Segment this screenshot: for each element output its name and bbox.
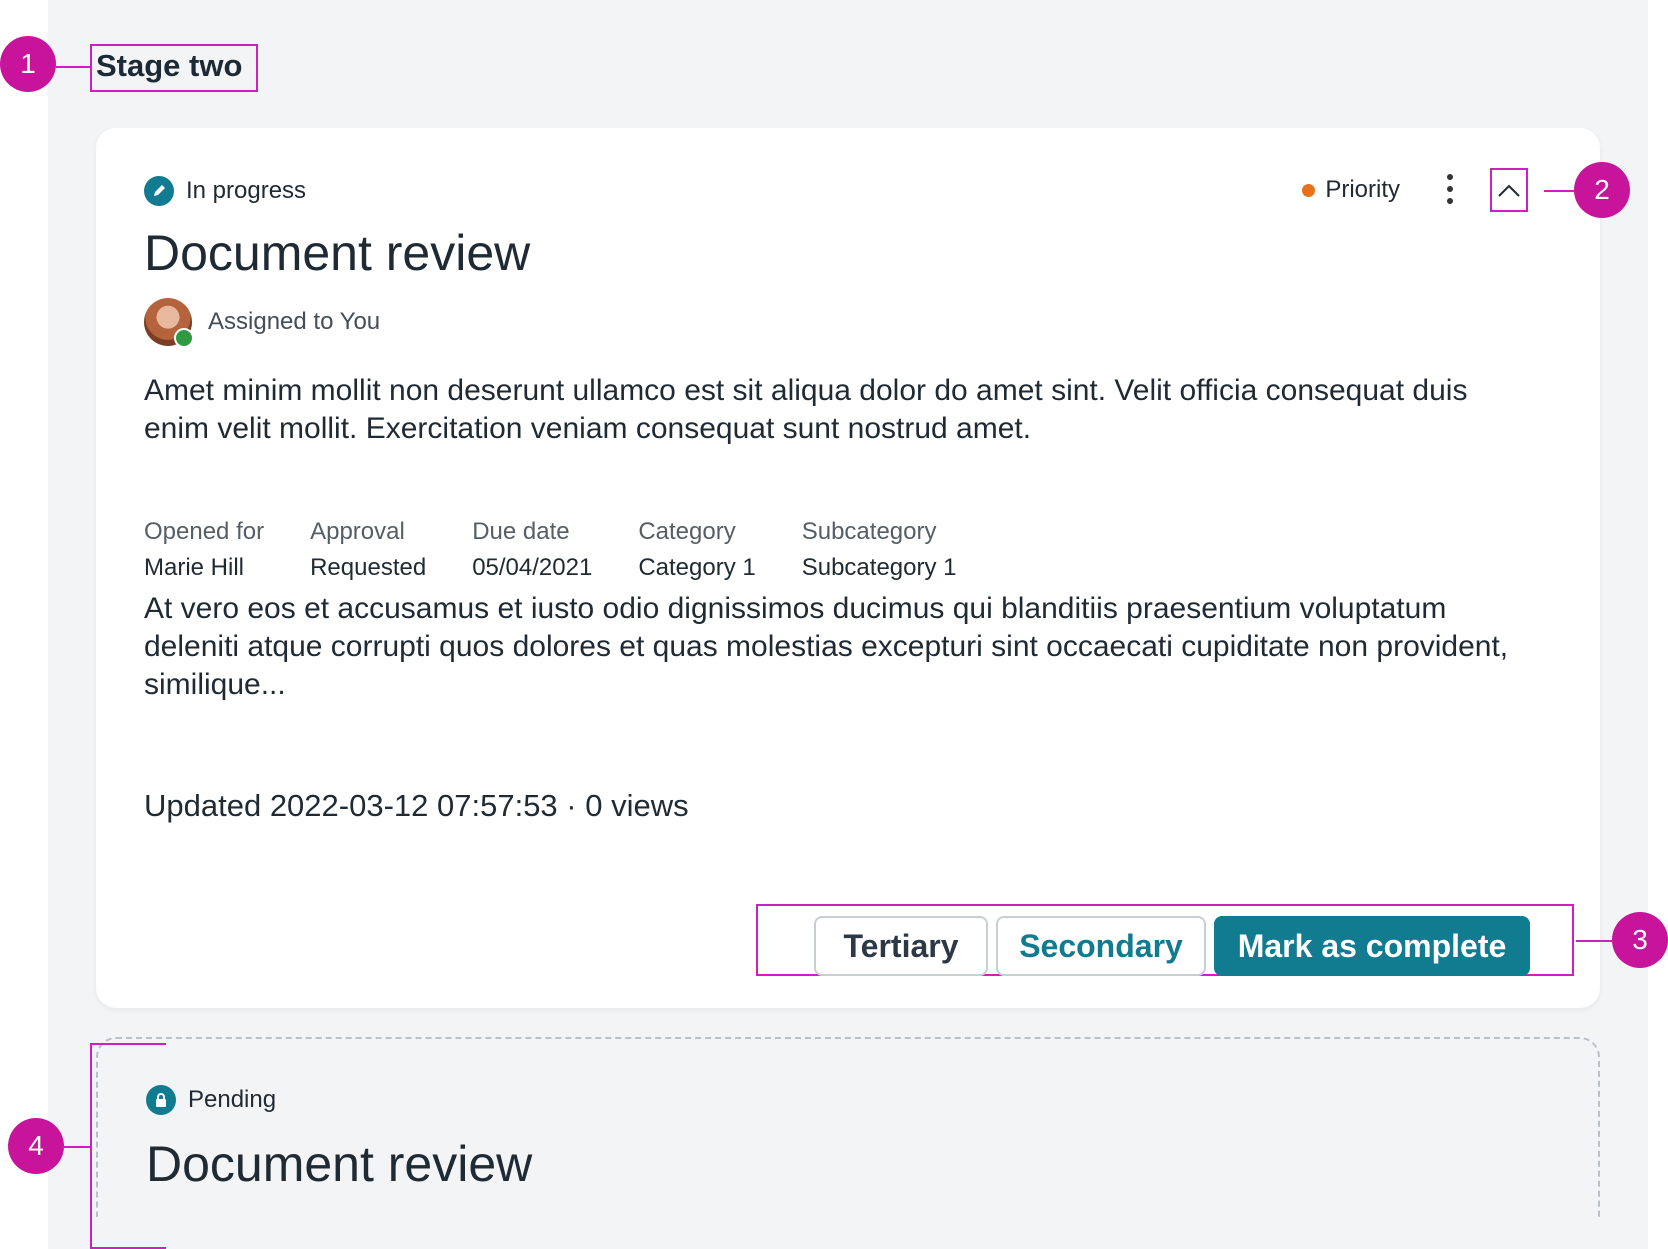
collapse-button[interactable] bbox=[1490, 168, 1528, 212]
assignee-label: Assigned to You bbox=[208, 308, 381, 335]
priority-indicator: Priority bbox=[1302, 176, 1400, 204]
details-text: At vero eos et accusamus et iusto odio d… bbox=[144, 592, 1509, 701]
meta-category: Category Category 1 bbox=[638, 518, 755, 582]
annotation-line-2 bbox=[1544, 190, 1574, 192]
meta-fields: Opened for Marie Hill Approval Requested… bbox=[144, 518, 957, 582]
annotation-marker-4: 4 bbox=[8, 1118, 64, 1174]
action-buttons: Tertiary Secondary Mark as complete bbox=[756, 904, 1574, 976]
annotation-box-4 bbox=[90, 1043, 166, 1249]
tertiary-button[interactable]: Tertiary bbox=[814, 916, 988, 976]
meta-label: Subcategory bbox=[801, 518, 937, 545]
chevron-up-icon bbox=[1498, 184, 1520, 197]
annotation-line-3 bbox=[1576, 940, 1612, 942]
task-card: In progress Priority Document review Ass… bbox=[96, 128, 1600, 1008]
updated-info: Updated 2022-03-12 07:57:53 · 0 views bbox=[144, 788, 689, 823]
status-row: In progress bbox=[144, 176, 306, 206]
meta-value: Category 1 bbox=[638, 554, 756, 581]
meta-due-date: Due date 05/04/2021 bbox=[472, 518, 592, 582]
annotation-line-4 bbox=[64, 1146, 90, 1148]
more-options-icon[interactable] bbox=[1440, 172, 1460, 206]
status-label: In progress bbox=[186, 177, 307, 204]
meta-value: Subcategory 1 bbox=[801, 554, 957, 581]
meta-label: Opened for bbox=[144, 518, 265, 545]
meta-value: Marie Hill bbox=[144, 554, 245, 581]
mark-complete-button[interactable]: Mark as complete bbox=[1214, 916, 1530, 976]
meta-label: Category bbox=[638, 518, 736, 545]
pending-card-title: Document review bbox=[146, 1136, 533, 1192]
priority-dot bbox=[1302, 183, 1316, 197]
annotation-line-1 bbox=[56, 66, 90, 68]
annotation-marker-2: 2 bbox=[1574, 162, 1630, 218]
meta-approval: Approval Requested bbox=[310, 518, 426, 582]
assignee-row: Assigned to You bbox=[144, 298, 381, 348]
meta-opened-for: Opened for Marie Hill bbox=[144, 518, 264, 582]
meta-label: Approval bbox=[310, 518, 405, 545]
description-text: Amet minim mollit non deserunt ullamco e… bbox=[144, 374, 1468, 445]
online-status-icon bbox=[174, 328, 194, 348]
meta-label: Due date bbox=[472, 518, 570, 545]
meta-value: Requested bbox=[310, 554, 427, 581]
avatar[interactable] bbox=[144, 298, 194, 348]
annotation-marker-3: 3 bbox=[1612, 912, 1668, 968]
pending-status-label: Pending bbox=[188, 1086, 277, 1113]
secondary-button[interactable]: Secondary bbox=[996, 916, 1206, 976]
meta-value: 05/04/2021 bbox=[472, 554, 593, 581]
annotation-marker-1: 1 bbox=[0, 36, 56, 92]
priority-label: Priority bbox=[1325, 176, 1400, 203]
annotation-box-1 bbox=[90, 44, 258, 92]
card-title: Document review bbox=[144, 225, 531, 281]
edit-icon bbox=[144, 176, 174, 206]
pending-card: Pending Document review bbox=[96, 1037, 1600, 1217]
meta-subcategory: Subcategory Subcategory 1 bbox=[802, 518, 957, 582]
